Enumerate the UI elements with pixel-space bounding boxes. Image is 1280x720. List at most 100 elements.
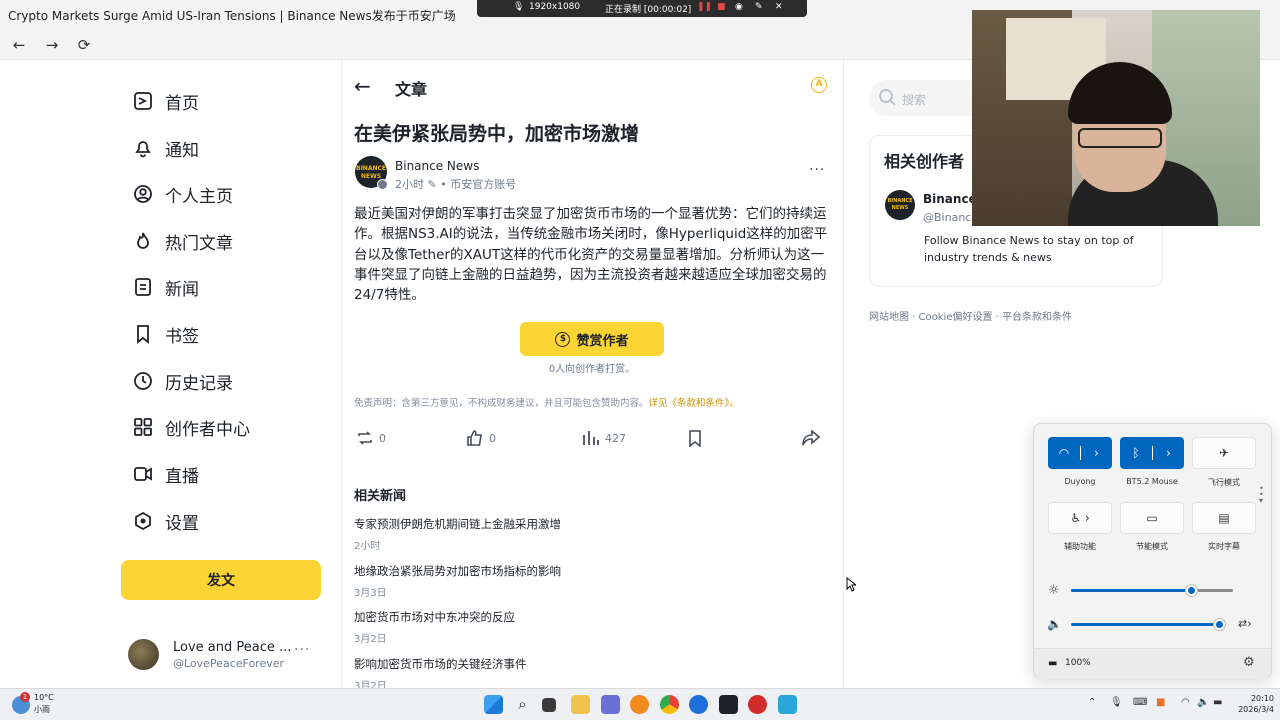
recorder-icon[interactable]	[748, 695, 767, 714]
camera-icon[interactable]: ◉	[735, 2, 743, 12]
wifi-icon: ◠	[1058, 446, 1070, 460]
pause-icon[interactable]: ❚❚	[697, 2, 712, 12]
chevron-right-icon[interactable]: ›	[1152, 446, 1184, 460]
pen-icon[interactable]: ✎	[755, 2, 763, 12]
more-options-button[interactable]: ···	[809, 162, 825, 178]
bell-icon	[132, 137, 154, 159]
brightness-slider[interactable]	[1071, 585, 1233, 596]
wifi-toggle[interactable]: ◠ ›	[1048, 437, 1112, 469]
binance-icon[interactable]	[719, 695, 738, 714]
live-captions-toggle[interactable]: ▤	[1192, 502, 1256, 534]
tip-author-button[interactable]: $ 赞赏作者	[520, 322, 664, 356]
notepad-icon[interactable]	[778, 695, 797, 714]
author-name[interactable]: Binance News	[395, 159, 479, 173]
volume-icon[interactable]: 🔈	[1047, 617, 1062, 631]
sidebar-item-bookmarks[interactable]: 书签	[132, 319, 322, 349]
sidebar-item-label: 热门文章	[165, 233, 233, 254]
sidebar-item-label: 首页	[165, 93, 199, 114]
sidebar-item-home[interactable]: 首页	[132, 86, 322, 116]
sidebar-item-notifications[interactable]: 通知	[132, 133, 322, 163]
verified-icon	[377, 179, 388, 190]
related-news-item[interactable]: 专家预测伊朗危机期间链上金融采用激增 2小时	[354, 516, 834, 552]
profile-more-button[interactable]: ···	[294, 642, 310, 658]
search-app-icon[interactable]	[630, 695, 649, 714]
profile-card[interactable]: Love and Peace ... @LovePeaceForever ···	[128, 638, 328, 672]
scroll-indicator[interactable]: • • ▾	[1259, 485, 1264, 505]
battery-saver-toggle[interactable]: ▭	[1120, 502, 1184, 534]
related-news-title-text: 地缘政治紧张局势对加密市场指标的影响	[354, 564, 561, 578]
sidebar-item-news[interactable]: 新闻	[132, 272, 322, 302]
speaker-icon[interactable]: 🔈	[1197, 697, 1209, 708]
keyboard-icon[interactable]: ⌨	[1133, 697, 1147, 708]
accessibility-toggle[interactable]: ♿ ›	[1048, 502, 1112, 534]
chevron-up-icon[interactable]: ⌃	[1088, 697, 1096, 708]
file-explorer-icon[interactable]	[571, 695, 590, 714]
back-button[interactable]: ←	[8, 34, 30, 56]
sidebar-item-history[interactable]: 历史记录	[132, 366, 322, 396]
flame-icon	[132, 230, 154, 252]
related-news-item[interactable]: 影响加密货币市场的关键经济事件 3月2日	[354, 656, 834, 692]
brightness-knob[interactable]	[1185, 585, 1197, 596]
microphone-icon[interactable]: 🎙	[1110, 697, 1123, 708]
tray-app-icon[interactable]: ■	[1156, 697, 1165, 708]
reload-button[interactable]: ⟳	[73, 34, 95, 56]
wifi-icon[interactable]: ◠	[1181, 697, 1190, 708]
close-icon[interactable]: ✕	[775, 2, 783, 12]
share-button[interactable]	[802, 430, 825, 446]
terms-link[interactable]: 详见《条款和条件》。	[649, 398, 739, 409]
repost-button[interactable]: 0	[356, 430, 386, 446]
bookmark-button[interactable]	[687, 430, 708, 447]
article-back-button[interactable]: ←	[354, 74, 371, 98]
gear-icon[interactable]: ⚙	[1243, 655, 1255, 670]
weather-temperature[interactable]: 10°C	[34, 693, 54, 702]
stop-icon[interactable]: ■	[717, 2, 726, 12]
related-news-item[interactable]: 地缘政治紧张局势对加密市场指标的影响 3月3日	[354, 563, 834, 599]
related-news-title-text: 加密货币市场对中东冲突的反应	[354, 610, 515, 624]
sidebar-item-creator-center[interactable]: 创作者中心	[132, 412, 322, 442]
search-icon	[879, 89, 896, 106]
related-news-item[interactable]: 加密货币市场对中东冲突的反应 3月2日	[354, 609, 834, 645]
forward-button[interactable]: →	[41, 34, 63, 56]
related-news-title-text: 专家预测伊朗危机期间链上金融采用激增	[354, 517, 561, 531]
like-button[interactable]: 0	[466, 430, 496, 446]
recorder-mic-icon[interactable]: 🎙	[513, 2, 524, 12]
battery-icon[interactable]: ▬	[1213, 697, 1222, 708]
bluetooth-label: BT5.2 Mouse	[1126, 477, 1178, 486]
post-button[interactable]: 发文	[121, 560, 321, 600]
brightness-fill	[1071, 589, 1191, 592]
sidebar-item-live[interactable]: 直播	[132, 459, 322, 489]
app-icon[interactable]	[601, 695, 620, 714]
tab-title: Crypto Markets Surge Amid US-Iran Tensio…	[8, 9, 456, 23]
edge-icon[interactable]	[689, 695, 708, 714]
sidebar-item-label: 个人主页	[165, 186, 233, 207]
clock-date: 2026/3/4	[1238, 705, 1274, 714]
search-icon[interactable]: ⌕	[513, 695, 532, 714]
coin-icon: $	[555, 331, 571, 347]
sidebar-item-trending[interactable]: 热门文章	[132, 226, 322, 256]
clock[interactable]: 20:10 2026/3/4	[1232, 693, 1274, 715]
airplane-mode-toggle[interactable]: ✈	[1192, 437, 1256, 469]
translate-icon[interactable]: A	[811, 77, 827, 93]
chrome-icon[interactable]	[660, 695, 679, 714]
bluetooth-toggle[interactable]: ᛒ ›	[1120, 437, 1184, 469]
sidebar-item-label: 历史记录	[165, 373, 233, 394]
volume-slider[interactable]	[1071, 619, 1226, 630]
weather-condition[interactable]: 小雨	[34, 704, 50, 715]
captions-icon: ▤	[1218, 511, 1230, 525]
related-news-title-text: 影响加密货币市场的关键经济事件	[354, 657, 527, 671]
weather-badge: 1	[20, 692, 30, 702]
task-view-icon[interactable]	[542, 698, 556, 712]
sidebar-item-label: 设置	[165, 513, 199, 534]
audio-output-icon[interactable]: ⇄›	[1238, 617, 1252, 630]
webcam-person	[1078, 128, 1162, 148]
volume-knob[interactable]	[1214, 619, 1226, 630]
windows-start-icon[interactable]	[484, 695, 503, 714]
creator-avatar[interactable]: BINANCE NEWS	[885, 190, 915, 220]
sidebar-item-settings[interactable]: 设置	[132, 506, 322, 536]
footer-links[interactable]: 网站地图 · Cookie偏好设置 · 平台条款和条件	[869, 308, 1072, 323]
battery-percentage[interactable]: 100%	[1065, 658, 1091, 668]
tip-count: 0人向创作者打赏。	[548, 364, 636, 375]
creator-name[interactable]: Binance	[923, 192, 977, 206]
chevron-right-icon[interactable]: ›	[1080, 446, 1112, 460]
sidebar-item-profile[interactable]: 个人主页	[132, 179, 322, 209]
